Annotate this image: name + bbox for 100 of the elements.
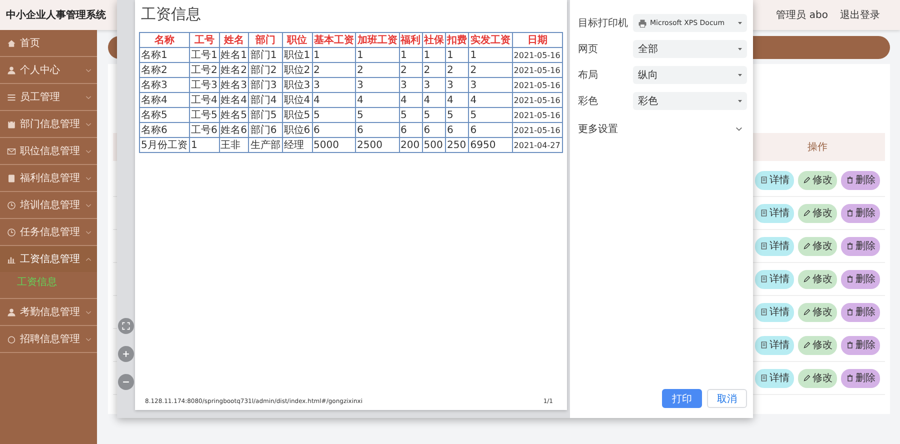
select-field[interactable]: 纵向 <box>633 66 747 84</box>
table-cell: 1 <box>356 48 399 62</box>
document-icon <box>760 308 768 316</box>
detail-button[interactable]: 详情 <box>755 368 794 388</box>
cancel-button[interactable]: 取消 <box>707 389 747 408</box>
table-cell: 2 <box>312 62 356 78</box>
trash-icon <box>846 176 854 184</box>
table-cell: 姓名3 <box>219 78 249 92</box>
document-icon <box>760 275 768 283</box>
sidebar-item[interactable]: 部门信息管理 <box>0 111 97 137</box>
table-cell: 500 <box>422 138 446 152</box>
sidebar-item[interactable]: 福利信息管理 <box>0 165 97 191</box>
column-header: 社保 <box>422 32 446 48</box>
delete-button[interactable]: 删除 <box>841 236 880 256</box>
detail-button[interactable]: 详情 <box>755 204 794 222</box>
table-cell: 5 <box>356 108 399 122</box>
edit-button[interactable]: 修改 <box>798 270 837 288</box>
zoom-in-button[interactable] <box>118 346 134 362</box>
chevron-down-icon <box>85 228 92 236</box>
chevron-down-icon <box>85 308 92 316</box>
user-icon <box>7 66 16 74</box>
table-cell: 250 <box>446 138 469 152</box>
setting-label: 布局 <box>578 69 598 82</box>
table-cell: 经理 <box>282 138 312 152</box>
more-settings-toggle[interactable]: 更多设置 <box>578 122 747 136</box>
fit-screen-icon <box>121 321 131 331</box>
table-cell: 名称4 <box>140 92 190 108</box>
detail-button[interactable]: 详情 <box>755 270 794 288</box>
clock-icon <box>7 200 16 210</box>
sidebar-item[interactable]: 招聘信息管理 <box>0 326 97 352</box>
pencil-icon <box>802 176 810 184</box>
sidebar-item[interactable]: 任务信息管理 <box>0 219 97 245</box>
table-cell: 5 <box>312 108 356 122</box>
table-cell: 名称1 <box>140 48 190 62</box>
pencil-icon <box>802 341 810 349</box>
delete-button[interactable]: 删除 <box>841 270 880 288</box>
edit-button[interactable]: 修改 <box>798 368 837 388</box>
table-cell: 工号5 <box>189 108 220 122</box>
delete-button[interactable]: 删除 <box>841 368 880 388</box>
setting-label: 目标打印机 <box>578 16 628 30</box>
sidebar-item[interactable]: 员工管理 <box>0 84 97 110</box>
table-cell: 6 <box>356 122 399 138</box>
clock-icon <box>7 228 16 236</box>
column-header: 姓名 <box>219 32 249 48</box>
edit-button[interactable]: 修改 <box>798 336 837 354</box>
zoom-out-button[interactable] <box>118 374 134 390</box>
sidebar-item[interactable]: 考勤信息管理 <box>0 299 97 325</box>
table-cell: 4 <box>422 92 446 108</box>
sidebar-item[interactable]: 工资信息管理 <box>0 246 97 272</box>
edit-button[interactable]: 修改 <box>798 302 837 322</box>
detail-button[interactable]: 详情 <box>755 336 794 354</box>
delete-button[interactable]: 删除 <box>841 336 880 354</box>
edit-button[interactable]: 修改 <box>798 170 837 190</box>
sidebar-item[interactable]: 职位信息管理 <box>0 138 97 164</box>
home-icon <box>7 38 16 48</box>
printer-icon <box>638 18 647 28</box>
table-cell: 部门3 <box>248 78 282 92</box>
chevron-down-icon <box>85 148 92 154</box>
table-cell: 1 <box>446 48 469 62</box>
table-cell: 6 <box>312 122 356 138</box>
detail-button[interactable]: 详情 <box>755 170 794 190</box>
table-cell: 姓名5 <box>219 108 249 122</box>
detail-button[interactable]: 详情 <box>755 302 794 322</box>
table-cell: 2 <box>356 62 399 78</box>
table-cell: 2 <box>422 62 446 78</box>
table-cell: 工号1 <box>189 48 220 62</box>
edit-button[interactable]: 修改 <box>798 204 837 222</box>
table-cell: 职位3 <box>282 78 312 92</box>
table-cell: 部门5 <box>248 108 282 122</box>
table-cell: 部门6 <box>248 122 282 138</box>
select-field[interactable]: 彩色 <box>633 92 747 110</box>
column-header: 福利 <box>399 32 422 48</box>
edit-button[interactable]: 修改 <box>798 236 837 256</box>
sidebar-item[interactable]: 首页 <box>0 30 97 56</box>
table-cell: 3 <box>312 78 356 92</box>
caret-down-icon <box>736 45 744 53</box>
table-cell: 4 <box>312 92 356 108</box>
delete-button[interactable]: 删除 <box>841 302 880 322</box>
table-cell: 2 <box>468 62 512 78</box>
table-cell: 3 <box>422 78 446 92</box>
sidebar-item[interactable]: 个人中心 <box>0 57 97 83</box>
chevron-down-icon <box>85 120 92 128</box>
sidebar-item[interactable]: 培训信息管理 <box>0 192 97 218</box>
table-cell: 4 <box>399 92 422 108</box>
table-cell: 部门4 <box>248 92 282 108</box>
logout-link[interactable]: 退出登录 <box>840 8 880 22</box>
document-icon <box>760 209 768 217</box>
document-icon <box>760 374 768 382</box>
document-icon <box>760 242 768 250</box>
delete-button[interactable]: 删除 <box>841 170 880 190</box>
delete-button[interactable]: 删除 <box>841 204 880 222</box>
detail-button[interactable]: 详情 <box>755 236 794 256</box>
table-cell: 工号3 <box>189 78 220 92</box>
trash-icon <box>846 308 854 316</box>
fit-screen-button[interactable] <box>118 318 134 334</box>
table-cell: 3 <box>399 78 422 92</box>
select-field[interactable]: 全部 <box>633 40 747 58</box>
table-cell: 5 <box>399 108 422 122</box>
pencil-icon <box>802 374 810 382</box>
caret-down-icon <box>736 97 744 105</box>
